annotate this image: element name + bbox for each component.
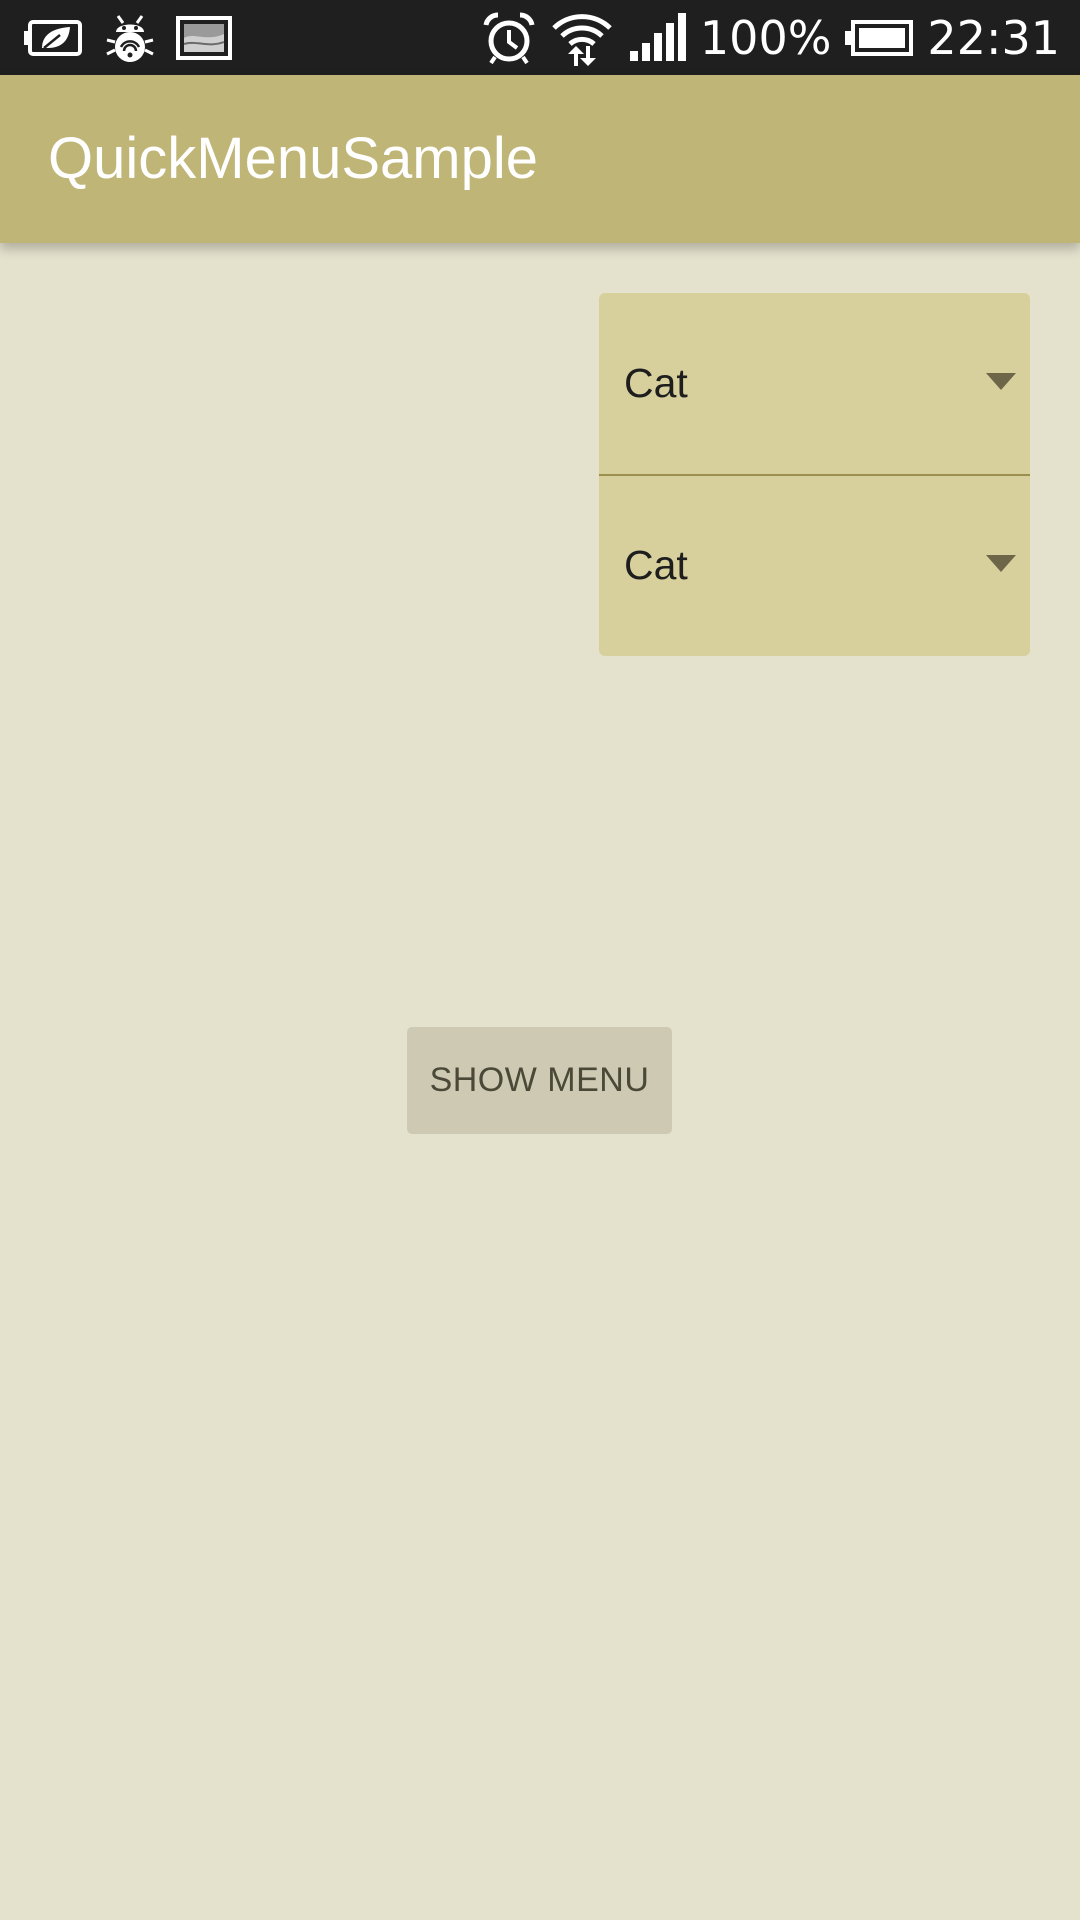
wifi-data-icon [552, 14, 612, 66]
app-screen: 100% 22:31 QuickMenuSample Cat Cat SHOW … [0, 0, 1080, 1920]
image-notification-icon [176, 16, 232, 60]
battery-saver-icon [24, 20, 82, 56]
app-title: QuickMenuSample [48, 126, 538, 191]
show-menu-button[interactable]: SHOW MENU [407, 1027, 672, 1134]
spinner-selected-value: Cat [624, 360, 688, 406]
spinner-group: Cat Cat [599, 293, 1030, 656]
cell-signal-icon [629, 13, 686, 61]
animal-spinner-1[interactable]: Cat [599, 293, 1030, 476]
app-bar: QuickMenuSample [0, 75, 1080, 243]
clock-time: 22:31 [927, 11, 1060, 65]
status-bar: 100% 22:31 [0, 0, 1080, 75]
alarm-clock-icon [483, 12, 535, 65]
animal-spinner-2[interactable]: Cat [599, 475, 1030, 656]
battery-percent: 100% [699, 11, 832, 65]
dropdown-arrow-icon [986, 373, 1016, 390]
spinner-selected-value: Cat [624, 542, 688, 588]
status-bar-system: 100% 22:31 [482, 8, 1060, 68]
dropdown-arrow-icon [986, 555, 1016, 572]
debug-bug-icon [106, 15, 154, 62]
status-bar-notifications [24, 10, 232, 66]
battery-icon [845, 20, 914, 56]
